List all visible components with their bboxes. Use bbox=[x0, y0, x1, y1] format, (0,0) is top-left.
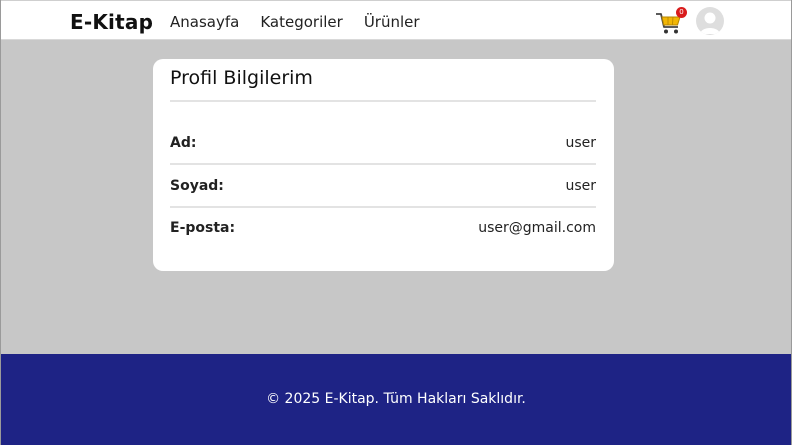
nav-link-urunler[interactable]: Ürünler bbox=[364, 13, 420, 31]
info-row-ad: Ad: user bbox=[170, 135, 596, 157]
title-divider bbox=[170, 100, 596, 102]
info-value: user@gmail.com bbox=[478, 220, 596, 236]
user-avatar-button[interactable] bbox=[696, 7, 724, 35]
nav-link-anasayfa[interactable]: Anasayfa bbox=[170, 13, 239, 31]
profile-card: Profil Bilgilerim Ad: user Soyad: user E… bbox=[153, 59, 614, 271]
nav-links: Anasayfa Kategoriler Ürünler bbox=[170, 13, 441, 31]
nav-link-kategoriler[interactable]: Kategoriler bbox=[260, 13, 342, 31]
info-value: user bbox=[565, 178, 596, 194]
info-row-soyad: Soyad: user bbox=[170, 178, 596, 200]
user-avatar-icon bbox=[700, 12, 720, 34]
row-divider bbox=[170, 206, 596, 208]
cart-count-badge: 0 bbox=[676, 7, 687, 18]
row-divider bbox=[170, 163, 596, 165]
brand-logo[interactable]: E-Kitap bbox=[70, 10, 153, 34]
page-footer: © 2025 E-Kitap. Tüm Hakları Saklıdır. bbox=[1, 354, 791, 445]
profile-title: Profil Bilgilerim bbox=[170, 67, 313, 89]
info-row-eposta: E-posta: user@gmail.com bbox=[170, 220, 596, 242]
info-label: Soyad: bbox=[170, 178, 224, 194]
top-navbar: E-Kitap Anasayfa Kategoriler Ürünler 0 bbox=[1, 0, 791, 40]
info-label: Ad: bbox=[170, 135, 197, 151]
cart-button[interactable]: 0 bbox=[655, 7, 687, 37]
copyright-text: © 2025 E-Kitap. Tüm Hakları Saklıdır. bbox=[266, 391, 526, 407]
info-value: user bbox=[565, 135, 596, 151]
info-label: E-posta: bbox=[170, 220, 236, 236]
